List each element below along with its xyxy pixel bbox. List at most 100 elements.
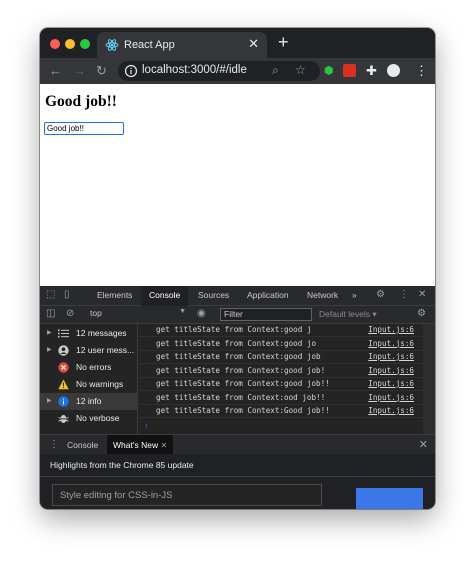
new-tab-icon[interactable]: + — [278, 33, 289, 51]
device-toolbar-icon[interactable]: ▯ — [64, 289, 70, 300]
sidebar-item-label: 12 messages — [76, 328, 127, 338]
log-message: get titleState from Context:good job — [156, 352, 321, 361]
forward-icon[interactable]: → — [73, 61, 86, 81]
close-drawer-icon[interactable]: ✕ — [419, 438, 428, 451]
info-icon — [124, 64, 138, 78]
expand-arrow-icon: ▶ — [47, 398, 52, 404]
context-value: top — [90, 308, 102, 318]
log-source-link[interactable]: Input.js:6 — [368, 325, 414, 334]
user-icon — [58, 345, 69, 356]
log-entry: get titleState from Context:good job Inp… — [139, 351, 423, 364]
log-source-link[interactable]: Input.js:6 — [368, 379, 414, 388]
console-settings-icon[interactable]: ⚙ — [417, 308, 426, 319]
more-tabs-button[interactable]: » — [352, 290, 357, 300]
eye-icon[interactable]: ◉ — [197, 308, 206, 319]
devtools-tab-bar: ⬚ ▯ Elements Console Sources Application… — [40, 286, 435, 306]
close-devtools-icon[interactable]: ✕ — [418, 289, 426, 300]
devtools-menu-icon[interactable]: ⋮ — [399, 289, 409, 300]
log-source-link[interactable]: Input.js:6 — [368, 406, 414, 415]
extension-red-icon[interactable] — [343, 61, 356, 83]
highlights-heading: Highlights from the Chrome 85 update — [50, 460, 194, 470]
filter-placeholder: Filter — [224, 309, 243, 319]
sidebar-item-label: No errors — [76, 362, 112, 372]
feature-card[interactable]: Style editing for CSS-in-JS — [52, 484, 322, 506]
tab-console[interactable]: Console — [141, 286, 189, 306]
extensions-puzzle-icon[interactable]: ✚ — [366, 61, 377, 81]
sidebar-item-label: 12 info — [76, 396, 102, 406]
settings-gear-icon[interactable]: ⚙ — [376, 289, 385, 300]
sidebar-item-messages[interactable]: ▶ 12 messages — [40, 325, 138, 342]
log-entry: get titleState from Context:Good job!! I… — [139, 405, 423, 418]
tab-application[interactable]: Application — [247, 290, 289, 300]
zoom-search-icon[interactable]: ⌕ — [272, 63, 279, 78]
sidebar-toggle-icon[interactable]: ◫ — [46, 308, 55, 319]
log-entry: get titleState from Context:good j Input… — [139, 324, 423, 337]
console-prompt[interactable]: › — [145, 420, 148, 430]
sidebar-item-verbose[interactable]: No verbose — [40, 410, 138, 427]
sidebar-item-label: No warnings — [76, 379, 124, 389]
tab-close-icon[interactable]: ✕ — [248, 36, 259, 52]
page-viewport: Good job!! — [40, 84, 435, 286]
console-log: get titleState from Context:good j Input… — [139, 324, 423, 434]
log-message: get titleState from Context:Good job!! — [156, 406, 330, 415]
close-window-button[interactable] — [50, 39, 60, 49]
reload-icon[interactable]: ↻ — [96, 61, 107, 81]
minimize-window-button[interactable] — [65, 39, 75, 49]
back-icon[interactable]: ← — [49, 61, 62, 81]
browser-tab[interactable]: React App ✕ — [97, 32, 267, 58]
log-entry: get titleState from Context:good job! In… — [139, 365, 423, 378]
bookmark-star-icon[interactable]: ☆ — [295, 63, 306, 77]
log-message: get titleState from Context:ood job!! — [156, 392, 326, 402]
warning-icon — [58, 379, 69, 390]
tab-elements[interactable]: Elements — [97, 290, 132, 300]
inspect-element-icon[interactable]: ⬚ — [46, 289, 55, 300]
sidebar-item-label: No verbose — [76, 413, 120, 423]
log-source-link[interactable]: Input.js:6 — [368, 393, 414, 402]
log-message: get titleState from Context:good job! — [156, 365, 326, 375]
title-input[interactable] — [44, 122, 124, 135]
log-entry: get titleState from Context:good job!! I… — [139, 378, 423, 391]
browser-toolbar: ← → ↻ localhost:3000/#/idle ⌕ ☆ ⬢ ✚ ⋮ — [40, 58, 435, 84]
profile-icon[interactable] — [387, 61, 400, 83]
address-bar[interactable]: localhost:3000/#/idle ⌕ ☆ — [118, 61, 320, 81]
drawer-tab-bar: ⋮ Console What's New ✕ ✕ — [40, 434, 435, 455]
maximize-window-button[interactable] — [80, 39, 90, 49]
console-toolbar: ◫ ⊘ top ▼ ◉ Filter Default levels ▾ ⚙ — [40, 306, 435, 324]
expand-arrow-icon: ▶ — [47, 330, 52, 336]
tab-network[interactable]: Network — [307, 290, 338, 300]
tab-title: React App — [124, 39, 175, 51]
sidebar-item-info[interactable]: ▶ 12 info — [40, 393, 138, 410]
drawer-tab-whats-new[interactable]: What's New ✕ — [107, 435, 174, 455]
log-source-link[interactable]: Input.js:6 — [368, 339, 414, 348]
console-scrollbar[interactable] — [423, 324, 435, 434]
divider — [40, 476, 435, 477]
error-icon — [58, 362, 69, 373]
log-source-link[interactable]: Input.js:6 — [368, 352, 414, 361]
url-text: localhost:3000/#/idle — [142, 64, 247, 76]
close-tab-icon[interactable]: ✕ — [160, 441, 167, 450]
console-sidebar: ▶ 12 messages ▶ 12 user mess... No error… — [40, 324, 138, 434]
tab-strip: React App ✕ + — [40, 28, 435, 58]
drawer-tab-label: What's New — [113, 440, 159, 450]
sidebar-item-user-messages[interactable]: ▶ 12 user mess... — [40, 342, 138, 359]
extension-icon[interactable]: ⬢ — [324, 61, 334, 81]
context-select[interactable]: top ▼ — [90, 308, 186, 321]
log-message: get titleState from Context:good jo — [156, 338, 317, 348]
log-message: get titleState from Context:good job!! — [156, 379, 330, 388]
browser-menu-icon[interactable]: ⋮ — [415, 61, 428, 81]
list-icon — [58, 329, 69, 338]
sidebar-item-errors[interactable]: No errors — [40, 359, 138, 376]
clear-console-icon[interactable]: ⊘ — [66, 308, 74, 319]
filter-input[interactable]: Filter — [220, 308, 312, 321]
sidebar-item-warnings[interactable]: No warnings — [40, 376, 138, 393]
devtools-panel: ⬚ ▯ Elements Console Sources Application… — [40, 286, 435, 509]
expand-arrow-icon: ▶ — [47, 347, 52, 353]
log-source-link[interactable]: Input.js:6 — [368, 366, 414, 375]
log-levels-select[interactable]: Default levels ▾ — [319, 309, 377, 320]
drawer-tab-console[interactable]: Console — [67, 440, 98, 450]
drawer-menu-icon[interactable]: ⋮ — [49, 439, 59, 450]
react-icon — [105, 39, 119, 51]
page-heading: Good job!! — [45, 93, 117, 110]
verbose-icon — [58, 415, 69, 423]
tab-sources[interactable]: Sources — [198, 290, 229, 300]
